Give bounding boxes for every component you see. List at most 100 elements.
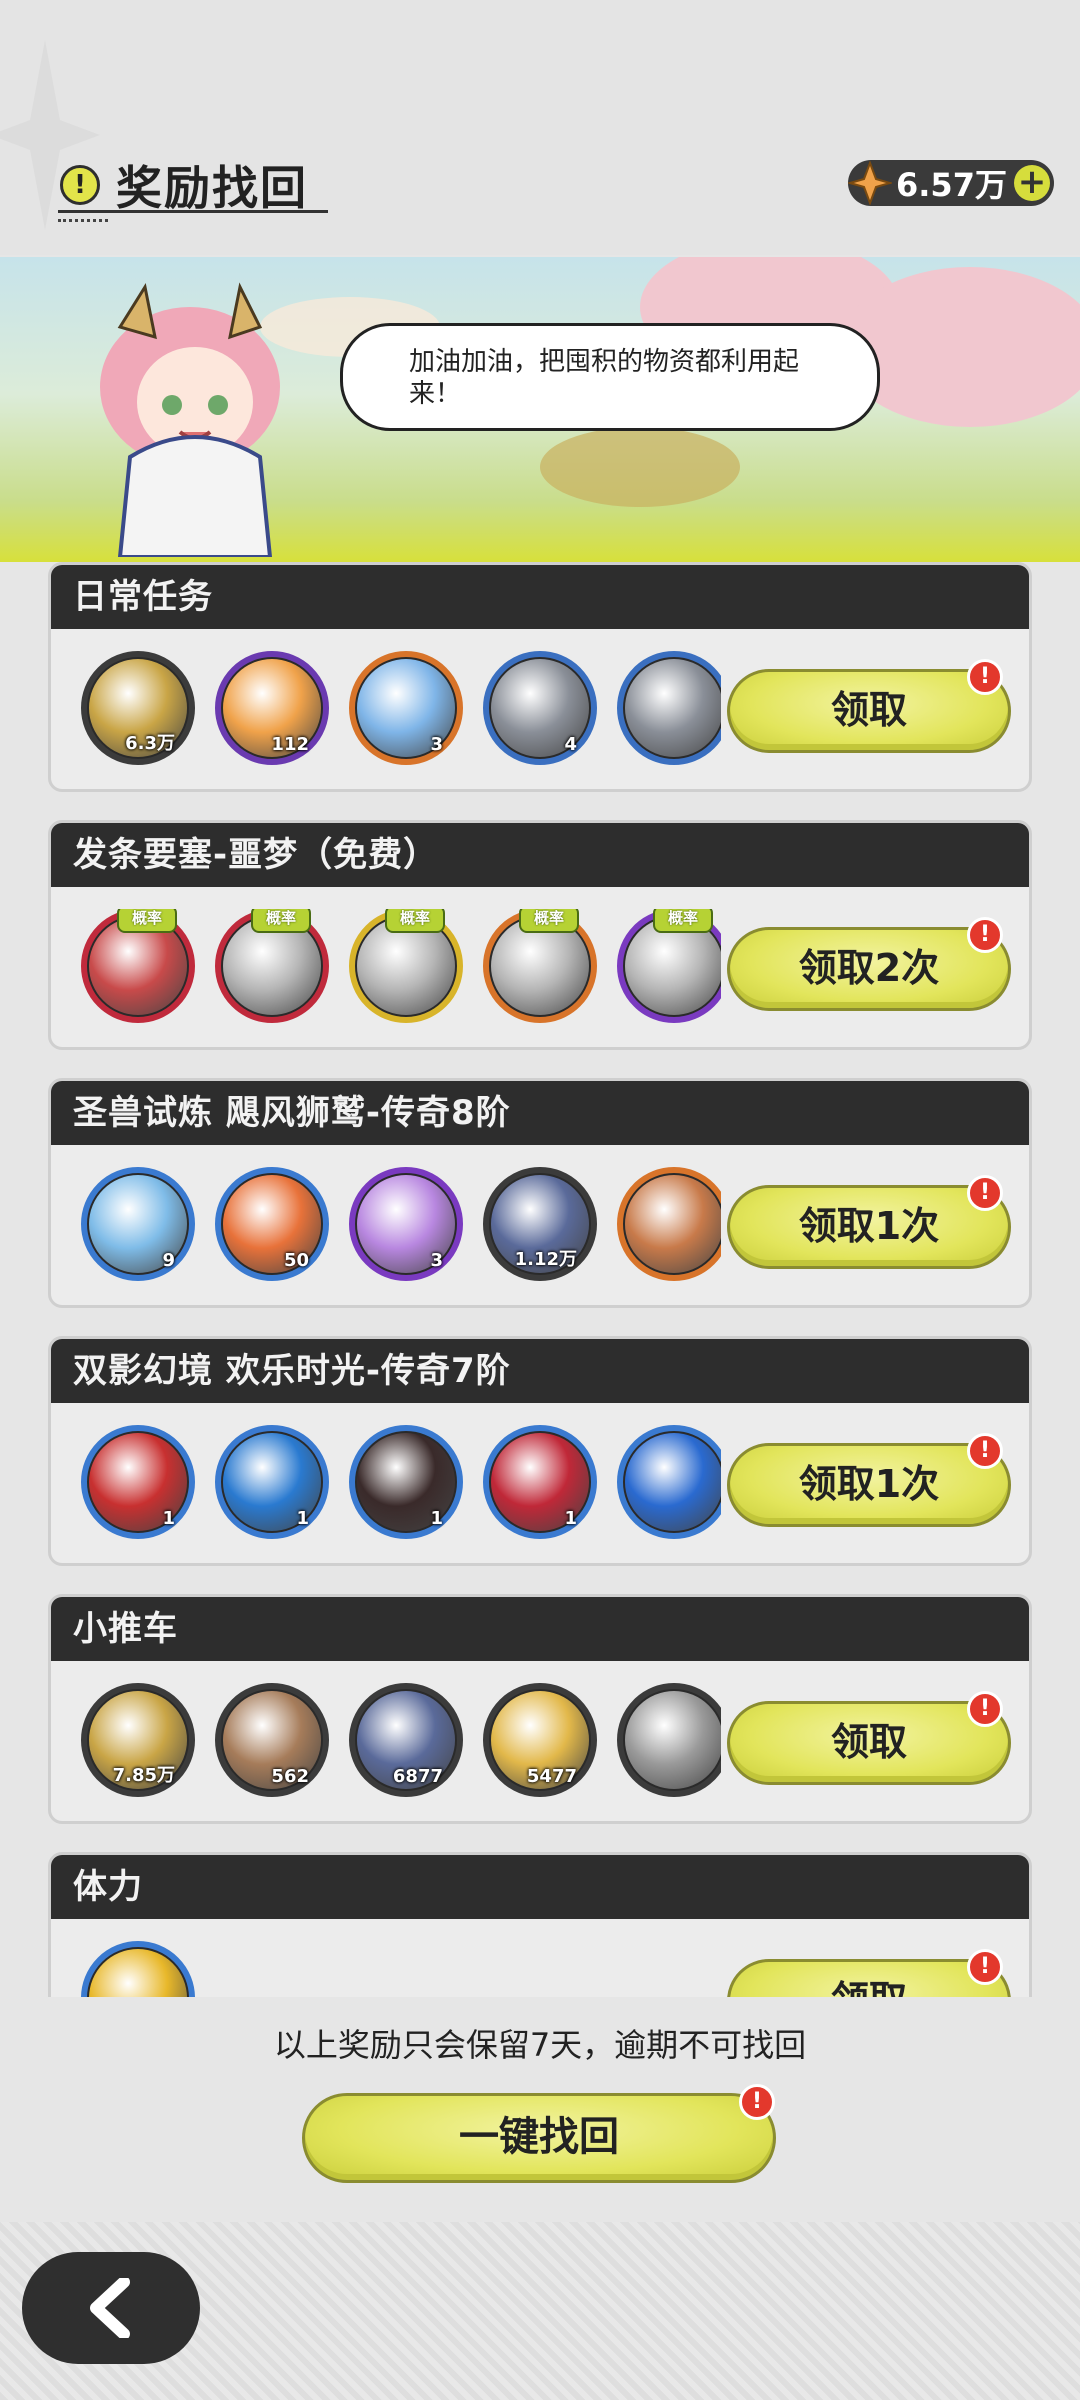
reward-card-header: 发条要塞-噩梦（免费） (51, 823, 1029, 887)
item-artwork (625, 659, 721, 757)
alert-badge-icon: ! (967, 1949, 1003, 1985)
probability-tag: 概率 (519, 909, 579, 933)
item-quantity: 6877 (392, 1766, 443, 1787)
item-quantity: 112 (271, 734, 309, 755)
banner-blossom-tree (840, 267, 1080, 427)
item-quantity: 1 (564, 1508, 577, 1529)
stone-icon[interactable] (617, 1683, 721, 1797)
alert-badge-icon: ! (739, 2084, 775, 2120)
orange-crystal-star-icon[interactable]: 112 (215, 651, 329, 765)
mystery-armor-icon[interactable]: 概率 (81, 909, 195, 1023)
claim-label: 领取 (831, 1978, 907, 1997)
hammer-icon[interactable]: 4 (483, 651, 597, 765)
currency-display: 6.57万 + (848, 160, 1054, 206)
reward-card: 小推车 7.85万 562 6877 5477 领取! (48, 1594, 1032, 1824)
banner-hill (540, 427, 740, 507)
crimson-gem-icon[interactable]: 1 (483, 1425, 597, 1539)
grain-sack-icon[interactable]: 562 (215, 1683, 329, 1797)
claim-label: 领取 (830, 688, 907, 732)
orange-item-icon[interactable] (617, 1167, 721, 1281)
info-icon[interactable]: ! (60, 165, 100, 205)
add-currency-button[interactable]: + (1014, 165, 1050, 201)
gold-sand-icon[interactable]: 5477 (483, 1683, 597, 1797)
reward-items-row[interactable]: 7.85万 562 6877 5477 (81, 1683, 721, 1803)
reward-list[interactable]: 日常任务 6.3万 112 3 4 领取! 发条要塞-噩梦（免费） 概率 概率 概率 概率 概率 领取2… (0, 562, 1080, 1997)
chevron-left-icon (90, 2278, 130, 2338)
red-gem-icon[interactable]: 1 (81, 1425, 195, 1539)
reward-card-header: 双影幻境 欢乐时光-传奇7阶 (51, 1339, 1029, 1403)
blue-snowflake-crystal-icon[interactable]: 3 (349, 651, 463, 765)
reward-card-title: 双影幻境 欢乐时光-传奇7阶 (73, 1351, 511, 1391)
item-quantity: 4 (564, 734, 577, 755)
mystery-armor-icon[interactable]: 概率 (617, 909, 721, 1023)
one-key-retrieve-button[interactable]: 一键找回 ! (302, 2084, 776, 2183)
lightning-stamina-icon[interactable] (81, 1941, 195, 1997)
reward-items-row[interactable]: 1 1 1 1 (81, 1425, 721, 1545)
black-gem-icon[interactable]: 1 (349, 1425, 463, 1539)
reward-card-title: 圣兽试炼 飓风狮鹫-传奇8阶 (73, 1093, 511, 1133)
alert-badge-icon: ! (967, 1433, 1003, 1469)
mystery-armor-icon[interactable]: 概率 (483, 909, 597, 1023)
probability-tag: 概率 (385, 909, 445, 933)
item-artwork (625, 1175, 721, 1273)
item-quantity: 9 (162, 1250, 175, 1271)
reward-items-row[interactable]: 9 50 3 1.12万 (81, 1167, 721, 1287)
gold-coin-icon[interactable]: 6.3万 (81, 651, 195, 765)
claim-label: 领取 (830, 1720, 907, 1764)
reward-card: 体力领取! (48, 1852, 1032, 1997)
claim-label: 领取2次 (798, 946, 940, 990)
mystery-armor-icon[interactable]: 概率 (349, 909, 463, 1023)
reward-card-title: 日常任务 (73, 577, 213, 617)
reward-items-row[interactable]: 概率 概率 概率 概率 概率 (81, 909, 721, 1029)
reward-card: 双影幻境 欢乐时光-传奇7阶 1 1 1 1 领取1次! (48, 1336, 1032, 1566)
item-artwork (625, 1691, 721, 1789)
banner: 加油加油，把囤积的物资都利用起来！ (0, 257, 1080, 562)
reward-card: 日常任务 6.3万 112 3 4 领取! (48, 562, 1032, 792)
item-artwork (89, 1949, 187, 1997)
reward-card-header: 体力 (51, 1855, 1029, 1919)
reward-card-header: 圣兽试炼 飓风狮鹫-传奇8阶 (51, 1081, 1029, 1145)
reward-card: 发条要塞-噩梦（免费） 概率 概率 概率 概率 概率 领取2次! (48, 820, 1032, 1050)
blue-gem-icon[interactable] (617, 1425, 721, 1539)
currency-value: 6.57万 (896, 166, 1007, 204)
blue-ore-icon[interactable]: 1.12万 (483, 1167, 597, 1281)
speech-text: 加油加油，把囤积的物资都利用起来！ (409, 347, 800, 409)
item-quantity: 1 (296, 1508, 309, 1529)
purple-gift-box-icon[interactable]: 3 (349, 1167, 463, 1281)
back-button[interactable] (22, 2252, 200, 2364)
reward-card-header: 日常任务 (51, 565, 1029, 629)
item-quantity: 1 (430, 1508, 443, 1529)
blue-ore-icon[interactable]: 6877 (349, 1683, 463, 1797)
reward-card-title: 小推车 (73, 1609, 178, 1649)
reward-items-row[interactable] (81, 1941, 721, 1997)
alert-badge-icon: ! (967, 1691, 1003, 1727)
reward-card-title: 发条要塞-噩梦（免费） (73, 835, 439, 875)
probability-tag: 概率 (117, 909, 177, 933)
reward-card-header: 小推车 (51, 1597, 1029, 1661)
reward-items-row[interactable]: 6.3万 112 3 4 (81, 651, 721, 771)
alert-badge-icon: ! (967, 917, 1003, 953)
item-quantity: 3 (430, 1250, 443, 1271)
alert-badge-icon: ! (967, 659, 1003, 695)
gold-coin-icon[interactable]: 7.85万 (81, 1683, 195, 1797)
claim-label: 领取1次 (798, 1462, 940, 1506)
probability-tag: 概率 (251, 909, 311, 933)
reward-card-title: 体力 (73, 1867, 143, 1907)
pickaxe-icon[interactable] (617, 651, 721, 765)
item-quantity: 6.3万 (125, 733, 175, 754)
retention-note: 以上奖励只会保留7天，逾期不可找回 (273, 2026, 807, 2064)
alert-badge-icon: ! (967, 1175, 1003, 1211)
item-quantity: 50 (283, 1250, 309, 1271)
claim-label: 领取1次 (798, 1204, 940, 1248)
orange-crystal-cluster-icon[interactable]: 50 (215, 1167, 329, 1281)
page-title: 奖励找回 (116, 161, 308, 215)
character-avatar-icon (100, 282, 280, 557)
item-quantity: 1 (162, 1508, 175, 1529)
title-underline (58, 210, 328, 213)
blue-gift-box-icon[interactable]: 9 (81, 1167, 195, 1281)
mystery-armor-icon[interactable]: 概率 (215, 909, 329, 1023)
one-key-label: 一键找回 (459, 2114, 619, 2160)
currency-crystal-icon (848, 161, 892, 205)
blue-gem-icon[interactable]: 1 (215, 1425, 329, 1539)
item-quantity: 1.12万 (514, 1249, 577, 1270)
